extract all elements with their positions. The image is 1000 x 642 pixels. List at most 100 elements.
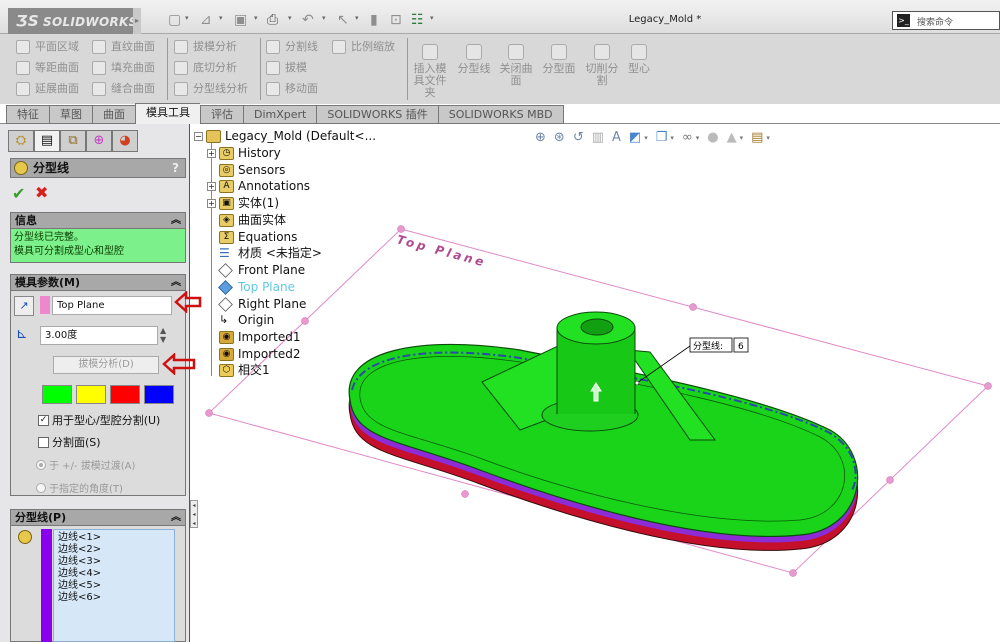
info-header[interactable]: 信息 ︽: [11, 213, 185, 229]
swatch-positive-draft[interactable]: [42, 385, 72, 404]
view-orientation-dropdown[interactable]: ▾: [644, 134, 648, 142]
tree-item-annotations[interactable]: + A Annotations: [207, 178, 310, 194]
swatch-requires-draft[interactable]: [76, 385, 106, 404]
origin-icon: ↳: [219, 313, 229, 326]
tree-item-material[interactable]: ☰ 材质 <未指定>: [219, 245, 322, 261]
draft-angle-field[interactable]: 3.00度: [40, 326, 158, 345]
edges-selection-list[interactable]: 边线<1> 边线<2> 边线<3> 边线<4> 边线<5> 边线<6>: [53, 529, 175, 642]
plane-handle[interactable]: [789, 569, 797, 577]
tree-item-imported1[interactable]: ◉ Imported1: [219, 329, 300, 345]
expand-icon[interactable]: +: [207, 181, 216, 191]
annotations-icon: A: [219, 179, 234, 193]
parting-line-icon: [14, 161, 28, 175]
dynamic-annotation-icon[interactable]: A: [612, 130, 621, 145]
collapse-icon[interactable]: ︽: [171, 510, 181, 526]
angle-spinner[interactable]: ▲ ▼: [160, 326, 166, 344]
hide-show-icon[interactable]: ∞: [682, 130, 693, 145]
split-faces-checkbox[interactable]: 分割面(S): [38, 434, 101, 450]
boss-hole[interactable]: [580, 318, 614, 336]
radio-specified-angle[interactable]: 于指定的角度(T): [36, 480, 123, 495]
property-manager-tab[interactable]: ▤: [34, 130, 60, 152]
list-item[interactable]: 边线<4>: [58, 568, 170, 580]
radio-selected[interactable]: [36, 459, 46, 470]
collapse-icon[interactable]: −: [194, 131, 203, 141]
feature-manager-tab[interactable]: ⛭: [8, 130, 34, 152]
selection-color-indicator: [41, 529, 52, 642]
zoom-area-icon[interactable]: ⊛: [554, 130, 565, 145]
list-item[interactable]: 边线<3>: [58, 556, 170, 568]
property-manager-title: 分型线 ?: [10, 158, 186, 178]
tree-item-history[interactable]: + ◷ History: [207, 145, 281, 161]
feature-manager-icon: ⛭: [15, 133, 27, 148]
collapse-icon[interactable]: ︽: [171, 275, 181, 291]
parting-line-header[interactable]: 分型线(P) ︽: [11, 510, 185, 526]
equations-icon: Σ: [219, 230, 234, 244]
help-button[interactable]: ?: [172, 159, 179, 177]
cancel-button[interactable]: ✖: [35, 183, 48, 202]
tree-item-top-plane[interactable]: Top Plane: [218, 279, 295, 295]
edit-appearance-icon[interactable]: ●: [707, 130, 718, 145]
plane-handle[interactable]: [461, 490, 469, 498]
zoom-to-fit-icon[interactable]: ⊕: [535, 130, 546, 145]
callout-value: 6: [738, 342, 744, 352]
expand-icon[interactable]: +: [207, 148, 216, 158]
section-view-icon[interactable]: ▥: [592, 130, 604, 145]
tree-item-surface-bodies[interactable]: ◈ 曲面实体: [219, 212, 286, 228]
list-item[interactable]: 边线<5>: [58, 580, 170, 592]
checkbox-checked[interactable]: ✓: [38, 414, 49, 426]
tree-item-solid-bodies[interactable]: + ▣ 实体(1): [207, 195, 279, 211]
tree-root[interactable]: − Legacy_Mold (Default<...: [194, 128, 376, 144]
mold-parameters-header[interactable]: 模具参数(M) ︽: [11, 275, 185, 291]
ok-button[interactable]: ✔: [12, 184, 25, 203]
annotation-arrow-icon: [174, 291, 202, 313]
plane-handle[interactable]: [984, 382, 992, 390]
display-style-dropdown[interactable]: ▾: [670, 134, 674, 142]
swatch-straddle-faces[interactable]: [144, 385, 174, 404]
collapse-icon[interactable]: ︽: [171, 213, 181, 229]
apply-scene-dropdown[interactable]: ▾: [740, 134, 744, 142]
radio-draft-transition[interactable]: 于 +/- 拔模过渡(A): [36, 457, 135, 472]
tree-item-intersect1[interactable]: ⬡ 相交1: [219, 362, 270, 378]
tree-item-front-plane[interactable]: Front Plane: [218, 262, 305, 278]
plane-icon: [218, 262, 233, 278]
view-orientation-icon[interactable]: ◩: [629, 130, 641, 145]
direction-of-pull-field[interactable]: Top Plane: [52, 296, 172, 315]
swatch-negative-draft[interactable]: [110, 385, 140, 404]
checkbox-unchecked[interactable]: [38, 436, 49, 448]
draft-analysis-button[interactable]: 拔模分析(D): [53, 356, 159, 374]
display-manager-tab[interactable]: ◕: [112, 130, 138, 152]
hide-show-dropdown[interactable]: ▾: [696, 134, 700, 142]
plane-icon: [218, 296, 233, 312]
list-item[interactable]: 边线<6>: [58, 592, 170, 604]
view-settings-dropdown[interactable]: ▾: [766, 134, 770, 142]
list-item[interactable]: 边线<2>: [58, 544, 170, 556]
tree-item-equations[interactable]: Σ Equations: [219, 229, 297, 245]
dimxpert-manager-tab[interactable]: ⊕: [86, 130, 112, 152]
display-style-icon[interactable]: ❒: [656, 130, 668, 145]
expand-icon[interactable]: +: [207, 198, 216, 208]
plane-handle[interactable]: [301, 317, 309, 325]
plane-handle[interactable]: [689, 303, 697, 311]
plane-handle[interactable]: [205, 409, 213, 417]
apply-scene-icon[interactable]: ▲: [727, 130, 737, 145]
tree-item-sensors[interactable]: ◎ Sensors: [219, 162, 285, 178]
configuration-manager-tab[interactable]: ⧉: [60, 130, 86, 152]
view-settings-icon[interactable]: ▤: [751, 130, 763, 145]
property-manager: ⛭ ▤ ⧉ ⊕ ◕ 分型线 ? ✔ ✖ 信息 ︽ 分型线已完整。 模具可分割成型心…: [0, 124, 190, 642]
list-item[interactable]: 边线<1>: [58, 532, 170, 544]
previous-view-icon[interactable]: ↺: [573, 130, 584, 145]
property-manager-icon: ▤: [40, 133, 54, 148]
radio-unselected[interactable]: [36, 482, 46, 493]
use-for-core-cavity-checkbox[interactable]: ✓ 用于型心/型腔分割(U): [38, 412, 160, 428]
tree-item-right-plane[interactable]: Right Plane: [218, 296, 306, 312]
callout-label: 分型线:: [693, 340, 723, 352]
dimxpert-icon: ⊕: [93, 133, 105, 148]
manager-tabs: ⛭ ▤ ⧉ ⊕ ◕: [8, 130, 138, 152]
panel-collapse-handle[interactable]: ◂ ◂ ◂: [190, 500, 198, 528]
plane-handle[interactable]: [886, 476, 894, 484]
tree-item-imported2[interactable]: ◉ Imported2: [219, 346, 300, 362]
material-icon: ☰: [219, 246, 230, 260]
tree-item-origin[interactable]: ↳ Origin: [219, 312, 274, 328]
reverse-direction-button[interactable]: ↗: [14, 296, 34, 316]
plane-icon: [218, 279, 233, 295]
